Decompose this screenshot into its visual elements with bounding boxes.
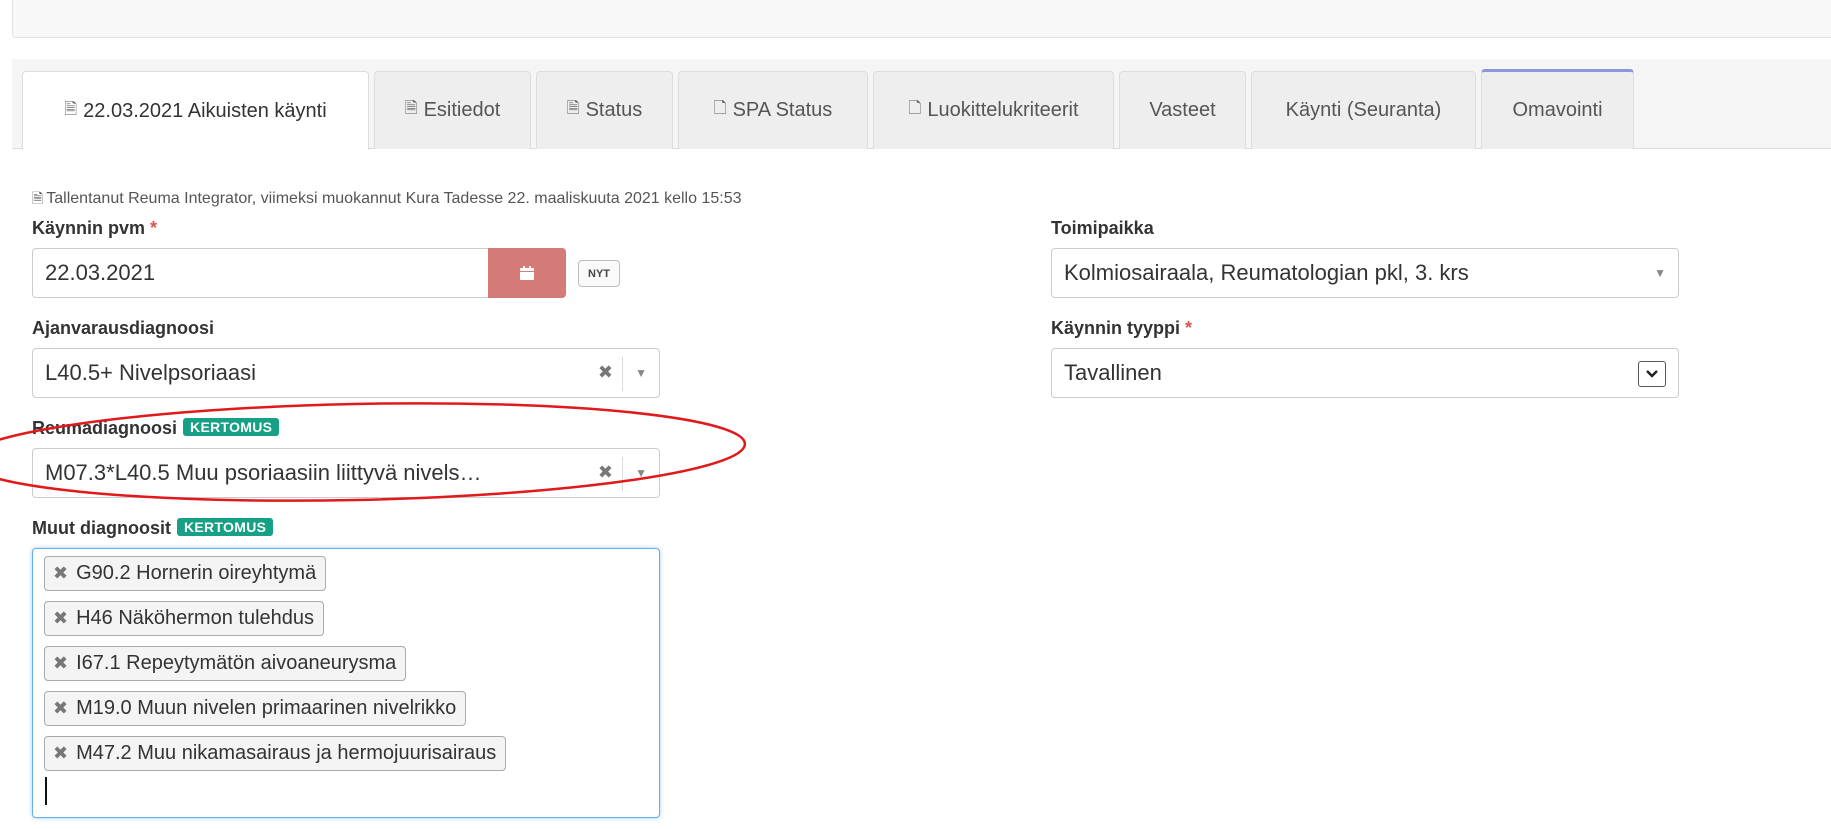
calendar-icon [520,266,534,280]
tab-label: Omavointi [1512,99,1603,121]
chevron-down-icon: ▼ [1654,266,1666,280]
visit-date-label: Käynnin pvm * [32,218,158,238]
diagnosis-chip: ✖ I67.1 Repeytymätön aivoaneurysma [44,646,407,681]
chevron-down-icon: ▼ [635,466,647,480]
visit-date-input[interactable]: 22.03.2021 [32,248,490,298]
now-button[interactable]: NYT [578,260,620,287]
appointment-diagnosis-select[interactable]: L40.5+ Nivelpsoriaasi ✖ ▼ [32,348,660,398]
tab-aikuisten-kaynti[interactable]: 🗎 22.03.2021 Aikuisten käynti [22,71,369,150]
kertomus-badge: KERTOMUS [176,518,274,536]
select-divider [622,457,623,491]
saved-info: 🗎 Tallentanut Reuma Integrator, viimeksi … [32,190,742,207]
tab-label: Käynti (Seuranta) [1285,99,1442,121]
top-header-bar [12,0,1831,38]
document-text-icon: 🗎 [566,100,580,117]
diagnosis-chip: ✖ H46 Näköhermon tulehdus [44,601,325,636]
tab-vasteet[interactable]: Vasteet [1119,71,1246,149]
tab-label: SPA Status [732,99,833,121]
visit-type-select[interactable]: Tavallinen [1051,348,1679,398]
required-mark: * [150,218,158,238]
diagnosis-chip: ✖ M47.2 Muu nikamasairaus ja hermojuuris… [44,736,507,771]
chevron-down-icon: ▼ [635,366,647,380]
rheuma-diagnosis-select[interactable]: M07.3*L40.5 Muu psoriaasiin liittyvä niv… [32,448,660,498]
remove-icon[interactable]: ✖ [53,608,68,629]
calendar-button[interactable] [488,248,566,298]
tab-esitiedot[interactable]: 🗎 Esitiedot [374,71,531,149]
document-text-icon: 🗎 [64,100,78,118]
tab-spa-status[interactable]: 🗋 SPA Status [678,71,868,149]
other-diagnoses-label: Muut diagnoosit KERTOMUS [32,518,274,539]
clear-icon[interactable]: ✖ [598,362,613,383]
clear-icon[interactable]: ✖ [598,462,613,483]
chevron-down-icon [1638,361,1666,387]
remove-icon[interactable]: ✖ [53,698,68,719]
document-text-icon: 🗎 [404,100,418,117]
remove-icon[interactable]: ✖ [53,743,68,764]
appointment-diagnosis-label: Ajanvarausdiagnoosi [32,318,215,338]
text-cursor [45,777,47,805]
diagnosis-chip: ✖ M19.0 Muun nivelen primaarinen nivelri… [44,691,467,726]
tab-kaynti-seuranta[interactable]: Käynti (Seuranta) [1251,71,1476,149]
tab-label: 22.03.2021 Aikuisten käynti [83,99,327,122]
remove-icon[interactable]: ✖ [53,563,68,584]
document-icon: 🗋 [908,100,922,117]
diagnosis-chip: ✖ G90.2 Hornerin oireyhtymä [44,556,327,591]
document-text-icon: 🗎 [32,190,44,206]
tab-label: Esitiedot [423,99,501,121]
tab-label: Status [585,99,643,121]
location-label: Toimipaikka [1051,218,1154,238]
location-select[interactable]: Kolmiosairaala, Reumatologian pkl, 3. kr… [1051,248,1679,298]
tab-status[interactable]: 🗎 Status [536,71,673,149]
tab-label: Vasteet [1149,99,1216,121]
kertomus-badge: KERTOMUS [183,418,280,436]
select-divider [622,357,623,391]
visit-type-label: Käynnin tyyppi * [1051,318,1193,338]
required-mark: * [1185,318,1193,338]
tab-label: Luokittelukriteerit [927,99,1079,121]
tab-omavointi[interactable]: Omavointi [1481,69,1634,149]
rheuma-diagnosis-label: Reumadiagnoosi KERTOMUS [32,418,280,439]
tab-luokittelukriteerit[interactable]: 🗋 Luokittelukriteerit [873,71,1114,149]
other-diagnoses-multiselect[interactable]: ✖ G90.2 Hornerin oireyhtymä ✖ H46 Näköhe… [32,548,660,818]
document-icon: 🗋 [713,100,727,117]
remove-icon[interactable]: ✖ [53,653,68,674]
